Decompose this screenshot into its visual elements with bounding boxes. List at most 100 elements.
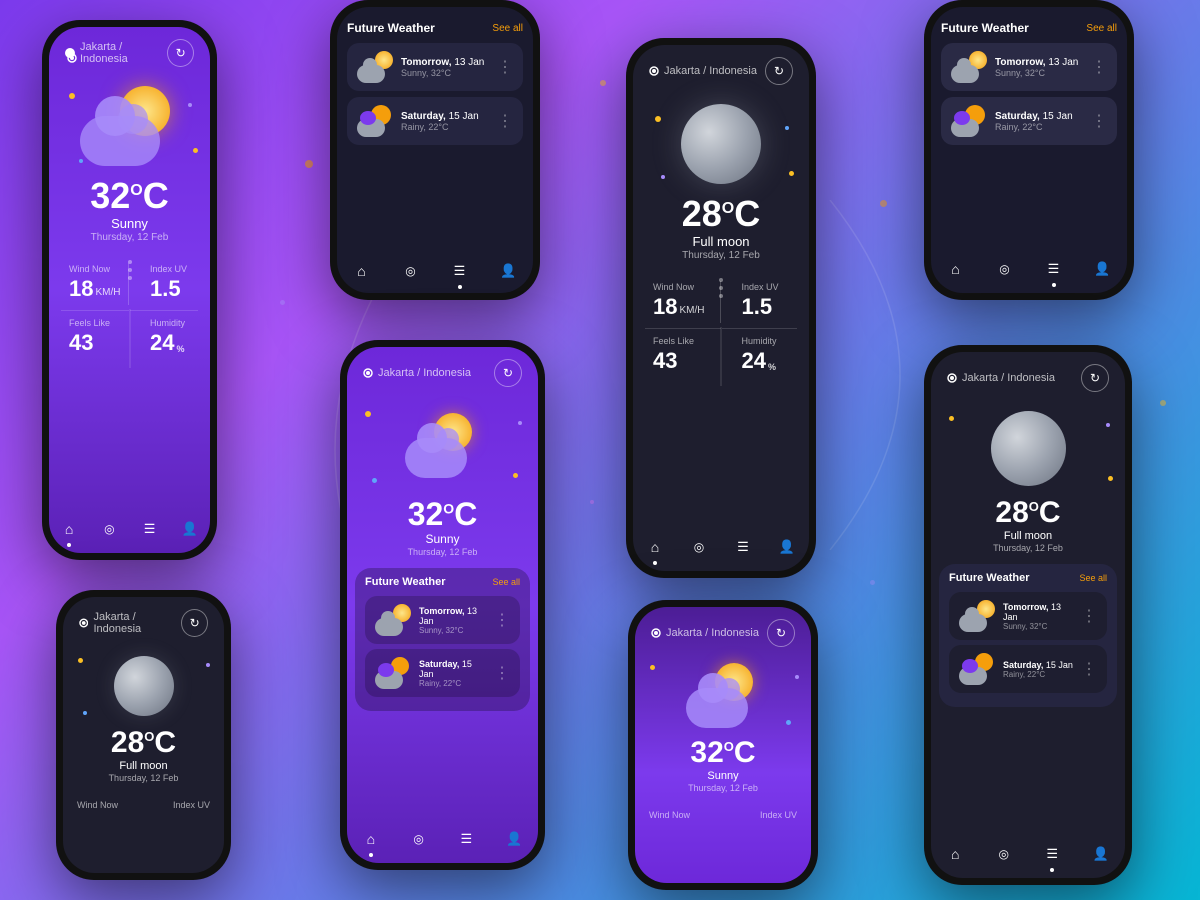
refresh-btn-1[interactable]: ↻ <box>167 39 194 67</box>
bottom-nav-4: ⌂ ◎ ☰ 👤 <box>931 247 1127 293</box>
refresh-btn-7[interactable]: ↻ <box>767 619 795 647</box>
forecast-day-tomorrow-2: Tomorrow, 13 Jan <box>401 57 489 68</box>
nav-user-4[interactable]: 👤 <box>1089 255 1117 283</box>
stats-grid-3: Wind Now 18KM/H Index UV 1.5 Feels Like … <box>633 268 809 386</box>
phone-7: Jakarta / Indonesia ↻ 32OC Sunny Thursda… <box>628 600 818 890</box>
nav-user-6[interactable]: 👤 <box>500 825 528 853</box>
phone-3-screen: Jakarta / Indonesia ↻ 28OC Full moon Thu… <box>633 45 809 571</box>
phone-3-header: Jakarta / Indonesia ↻ <box>633 45 809 91</box>
forecast-more-8b[interactable]: ⋮ <box>1081 659 1097 679</box>
future-weather-section-4: Future Weather See all Tomorrow, 13 Jan … <box>931 7 1127 159</box>
bottom-nav-1: ⌂ ◎ ☰ 👤 <box>49 507 210 553</box>
bottom-nav-2: ⌂ ◎ ☰ 👤 <box>337 249 533 293</box>
weather-icon-area-5 <box>63 643 224 723</box>
temp-area-7: 32OC Sunny Thursday, 12 Feb <box>635 733 811 796</box>
phone-3: Jakarta / Indonesia ↻ 28OC Full moon Thu… <box>626 38 816 578</box>
forecast-item-saturday-8: Saturday, 15 Jan Rainy, 22°C ⋮ <box>949 645 1107 693</box>
sun-cloud-icon-1 <box>80 86 180 166</box>
phone-5: Jakarta / Indonesia ↻ 28OC Full moon Thu… <box>56 590 231 880</box>
forecast-icon-sunny-2 <box>357 51 393 83</box>
phone-7-screen: Jakarta / Indonesia ↻ 32OC Sunny Thursda… <box>635 607 811 883</box>
nav-list-3[interactable]: ☰ <box>729 533 757 561</box>
phone-6: Jakarta / Indonesia ↻ 32OC Sunny Thursda… <box>340 340 545 870</box>
nav-compass-4[interactable]: ◎ <box>991 255 1019 283</box>
phone-1-screen: Jakarta / Indonesia ↻ 32OC Sunny T <box>49 27 210 553</box>
date-3: Thursday, 12 Feb <box>633 250 809 261</box>
nav-home-4[interactable]: ⌂ <box>942 255 970 283</box>
nav-list-2[interactable]: ☰ <box>446 257 474 285</box>
humidity-stat-1: Humidity 24% <box>130 312 198 360</box>
forecast-icon-rainy-4 <box>951 105 987 137</box>
nav-user-3[interactable]: 👤 <box>773 533 801 561</box>
nav-user-1[interactable]: 👤 <box>176 515 204 543</box>
location-text-1: Jakarta / Indonesia <box>80 41 167 65</box>
temperature-6: 32OC <box>347 498 538 530</box>
nav-list-6[interactable]: ☰ <box>452 825 480 853</box>
phone-8-header: Jakarta / Indonesia ↻ <box>931 352 1125 398</box>
phone-6-header: Jakarta / Indonesia ↻ <box>347 347 538 393</box>
nav-compass-2[interactable]: ◎ <box>397 257 425 285</box>
uv-stat-1: Index UV 1.5 <box>130 258 198 311</box>
location-pin-6 <box>363 368 373 378</box>
forecast-more-saturday-2[interactable]: ⋮ <box>497 111 513 131</box>
temperature-1: 32OC <box>49 178 210 214</box>
bottom-nav-3: ⌂ ◎ ☰ 👤 <box>633 525 809 571</box>
nav-user-2[interactable]: 👤 <box>495 257 523 285</box>
stats-labels-7: Wind Now Index UV <box>635 804 811 824</box>
phone-4: Future Weather See all Tomorrow, 13 Jan … <box>924 0 1134 300</box>
forecast-more-4b[interactable]: ⋮ <box>1091 111 1107 131</box>
location-info-3: Jakarta / Indonesia <box>649 65 757 77</box>
forecast-item-saturday-2: Saturday, 15 Jan Rainy, 22°C ⋮ <box>347 97 523 145</box>
forecast-icon-rainy-6 <box>375 657 411 689</box>
forecast-more-6a[interactable]: ⋮ <box>494 610 510 630</box>
nav-compass-6[interactable]: ◎ <box>405 825 433 853</box>
location-pin-3 <box>649 66 659 76</box>
temp-area-1: 32OC Sunny Thursday, 12 Feb <box>49 173 210 246</box>
weather-icon-area-1 <box>49 73 210 173</box>
forecast-icon-sunny-6 <box>375 604 411 636</box>
forecast-more-6b[interactable]: ⋮ <box>494 663 510 683</box>
location-pin-7 <box>651 628 661 638</box>
forecast-icon-sunny-8 <box>959 600 995 632</box>
nav-list-4[interactable]: ☰ <box>1040 255 1068 283</box>
forecast-item-tomorrow-4: Tomorrow, 13 Jan Sunny, 32°C ⋮ <box>941 43 1117 91</box>
nav-home-2[interactable]: ⌂ <box>348 257 376 285</box>
nav-home-8[interactable]: ⌂ <box>941 840 969 868</box>
refresh-btn-8[interactable]: ↻ <box>1081 364 1109 392</box>
forecast-more-8a[interactable]: ⋮ <box>1081 606 1097 626</box>
location-pin-5 <box>79 618 88 628</box>
feels-stat-1: Feels Like 43 <box>61 312 129 360</box>
refresh-btn-5[interactable]: ↻ <box>181 609 208 637</box>
nav-home-6[interactable]: ⌂ <box>357 825 385 853</box>
phone-8-screen: Jakarta / Indonesia ↻ 28OC Full moon Thu… <box>931 352 1125 878</box>
phone-7-header: Jakarta / Indonesia ↻ <box>635 607 811 653</box>
sun-cloud-icon-7 <box>686 663 761 728</box>
future-weather-section-2: Future Weather See all Tomorrow, 13 Jan … <box>337 7 533 159</box>
nav-home-1[interactable]: ⌂ <box>55 515 83 543</box>
nav-list-8[interactable]: ☰ <box>1038 840 1066 868</box>
phone-5-header: Jakarta / Indonesia ↻ <box>63 597 224 643</box>
date-1: Thursday, 12 Feb <box>49 232 210 243</box>
phone-2: Future Weather See all Tomorrow, 13 Jan … <box>330 0 540 300</box>
refresh-btn-3[interactable]: ↻ <box>765 57 793 85</box>
nav-home-3[interactable]: ⌂ <box>641 533 669 561</box>
temperature-5: 28OC <box>63 728 224 758</box>
phone-1: Jakarta / Indonesia ↻ 32OC Sunny T <box>42 20 217 560</box>
bottom-nav-6: ⌂ ◎ ☰ 👤 <box>347 817 538 863</box>
phone-6-screen: Jakarta / Indonesia ↻ 32OC Sunny Thursda… <box>347 347 538 863</box>
temp-area-5: 28OC Full moon Thursday, 12 Feb <box>63 723 224 786</box>
temperature-8: 28OC <box>931 498 1125 528</box>
nav-list-1[interactable]: ☰ <box>136 515 164 543</box>
nav-compass-8[interactable]: ◎ <box>990 840 1018 868</box>
phone-2-screen: Future Weather See all Tomorrow, 13 Jan … <box>337 7 533 293</box>
sun-cloud-icon-6 <box>405 413 480 478</box>
forecast-more-tomorrow-2[interactable]: ⋮ <box>497 57 513 77</box>
forecast-day-saturday-2: Saturday, 15 Jan <box>401 111 489 122</box>
nav-user-8[interactable]: 👤 <box>1087 840 1115 868</box>
refresh-btn-6[interactable]: ↻ <box>494 359 522 387</box>
nav-compass-1[interactable]: ◎ <box>95 515 123 543</box>
weather-icon-area-6 <box>347 393 538 493</box>
future-weather-section-8: Future Weather See all Tomorrow, 13 Jan … <box>939 564 1117 707</box>
forecast-more-4a[interactable]: ⋮ <box>1091 57 1107 77</box>
nav-compass-3[interactable]: ◎ <box>685 533 713 561</box>
